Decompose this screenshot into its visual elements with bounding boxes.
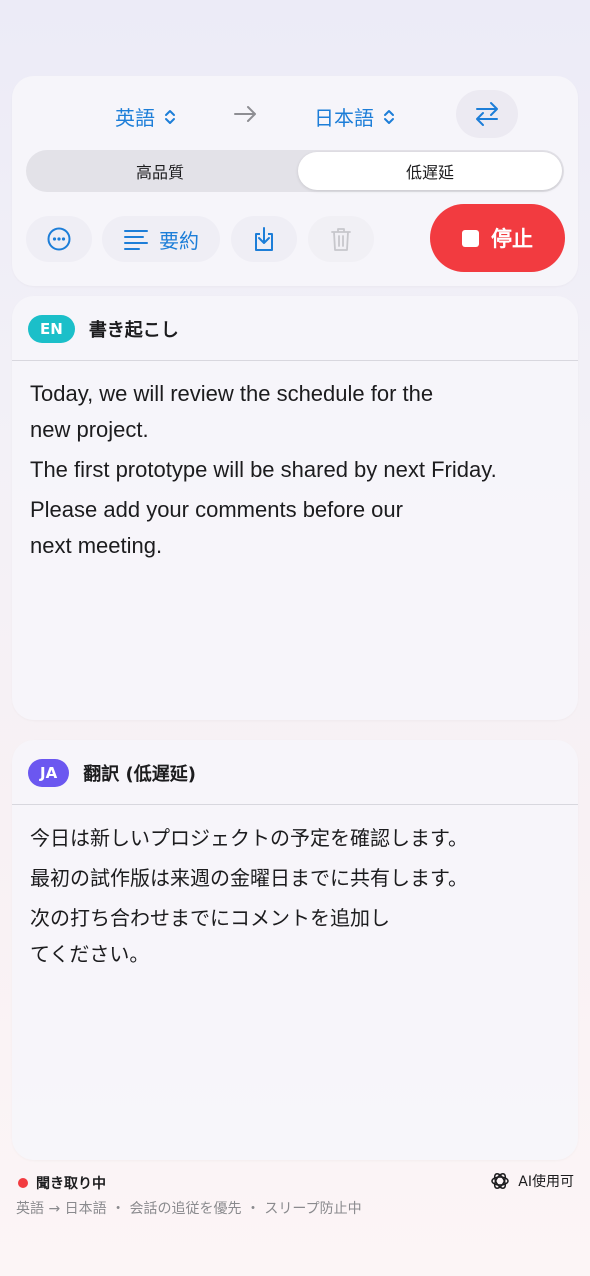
stop-label: 停止: [491, 227, 533, 251]
language-badge-ja: JA: [28, 759, 70, 787]
source-language-label: 英語: [115, 106, 155, 130]
chevron-updown-icon: [384, 109, 394, 124]
segment-high-quality[interactable]: 高品質: [28, 152, 292, 190]
delete-button[interactable]: [308, 216, 374, 262]
ai-status-label: AI使用可: [518, 1174, 574, 1190]
divider: [12, 804, 578, 805]
transcription-text[interactable]: Today, we will review the schedule for t…: [30, 376, 560, 568]
more-button[interactable]: [26, 216, 92, 262]
target-language-label: 日本語: [314, 106, 374, 130]
arrow-right-icon: [234, 106, 256, 122]
segment-low-latency[interactable]: 低遅延: [298, 152, 562, 190]
divider: [12, 360, 578, 361]
stop-button[interactable]: 停止: [430, 204, 565, 272]
control-panel: 英語 日本語 高品質 低遅延 要約 停止: [12, 76, 578, 286]
status-detail: 英語 → 日本語 ・ 会話の追従を優先 ・ スリープ防止中: [16, 1201, 362, 1217]
listening-status: 聞き取り中: [36, 1176, 106, 1192]
translation-text[interactable]: 今日は新しいプロジェクトの予定を確認します。 最初の試作版は来週の金曜日までに共…: [30, 820, 560, 976]
transcription-title: 書き起こし: [88, 320, 179, 341]
summary-label: 要約: [159, 228, 199, 253]
transcription-header: EN 書き起こし: [28, 312, 179, 346]
transcript-line: Please add your comments before our next…: [30, 497, 403, 558]
translation-line: 次の打ち合わせまでにコメントを追加し てください。: [30, 906, 390, 966]
summary-button[interactable]: 要約: [102, 216, 220, 262]
swap-arrows-icon: [476, 102, 498, 126]
ellipsis-icon: [47, 227, 71, 251]
download-icon: [255, 227, 273, 251]
summary-lines-icon: [124, 230, 148, 250]
translation-title: 翻訳 (低遅延): [83, 764, 196, 785]
translation-line: 今日は新しいプロジェクトの予定を確認します。: [30, 826, 468, 850]
recording-indicator: [18, 1178, 28, 1188]
trash-icon: [331, 228, 351, 251]
ai-status: AI使用可: [490, 1171, 574, 1191]
swap-languages-button[interactable]: [456, 90, 518, 138]
transcript-line: Today, we will review the schedule for t…: [30, 381, 434, 442]
translation-panel: JA 翻訳 (低遅延) 今日は新しいプロジェクトの予定を確認します。 最初の試作…: [12, 740, 578, 1160]
source-language-selector[interactable]: 英語: [115, 102, 177, 131]
language-badge-en: EN: [28, 315, 75, 343]
quality-segmented-control: 高品質 低遅延: [26, 150, 564, 192]
transcript-line: The first prototype will be shared by ne…: [30, 457, 497, 482]
target-language-selector[interactable]: 日本語: [314, 102, 396, 131]
export-button[interactable]: [231, 216, 297, 262]
translation-header: JA 翻訳 (低遅延): [28, 756, 196, 790]
ai-sparkle-icon: [491, 1173, 510, 1189]
stop-square-icon: [462, 229, 479, 247]
chevron-updown-icon: [165, 109, 175, 124]
transcription-panel: EN 書き起こし Today, we will review the sched…: [12, 296, 578, 720]
translation-line: 最初の試作版は来週の金曜日までに共有します。: [30, 866, 468, 890]
status-bar: 聞き取り中 AI使用可: [16, 1170, 574, 1196]
